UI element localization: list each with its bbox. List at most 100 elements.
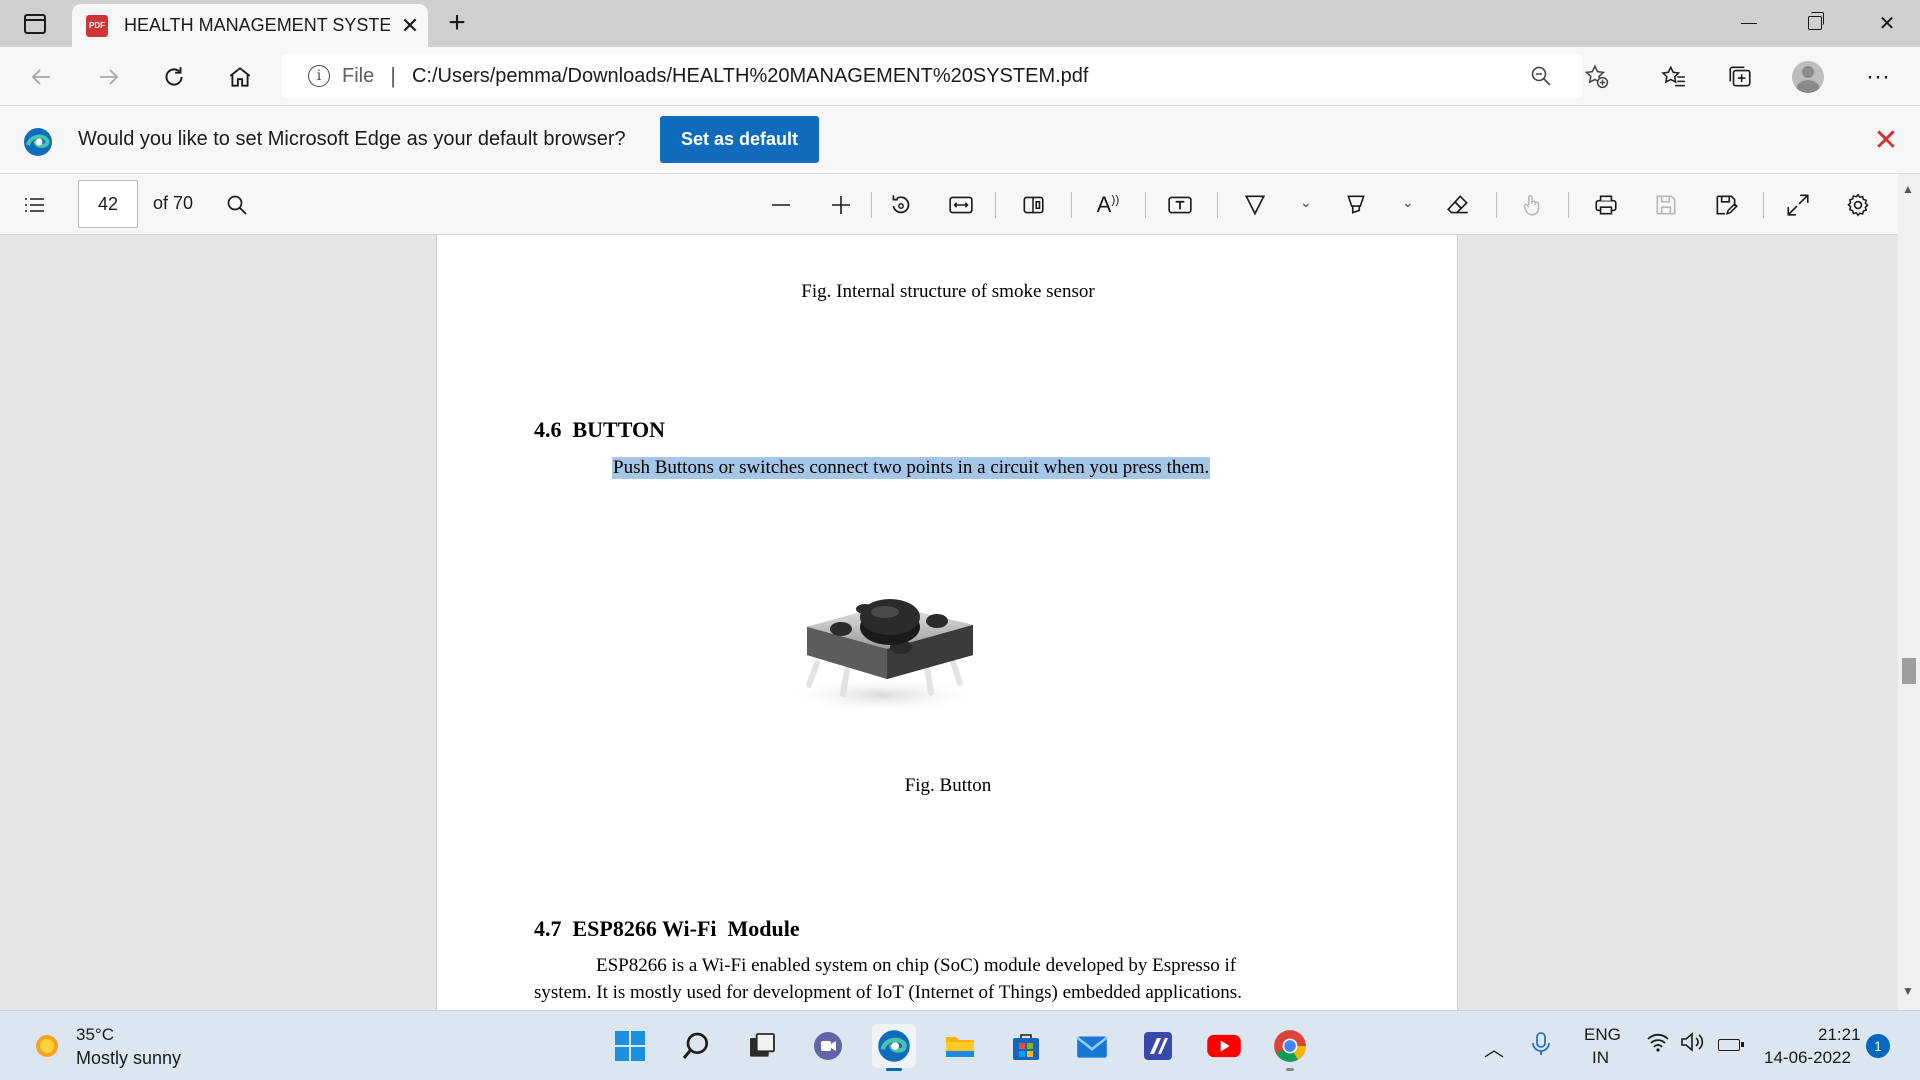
highlight-button[interactable]: [1338, 187, 1374, 223]
info-icon[interactable]: i: [308, 65, 330, 87]
toolbar-divider: [1217, 192, 1218, 218]
zoom-out-button[interactable]: [1527, 62, 1555, 90]
address-bar[interactable]: i File | C:/Users/pemma/Downloads/HEALTH…: [282, 54, 1609, 98]
input-region[interactable]: IN: [1592, 1048, 1609, 1068]
profile-button[interactable]: [1790, 59, 1826, 95]
forward-button[interactable]: [88, 57, 128, 97]
scroll-down-arrow-icon[interactable]: ▼: [1902, 984, 1914, 998]
add-text-button[interactable]: [1162, 187, 1198, 223]
page-total-label: of 70: [153, 193, 194, 213]
new-tab-button[interactable]: +: [440, 6, 474, 40]
scrollbar-thumb[interactable]: [1902, 658, 1916, 684]
window-restore-button[interactable]: [1782, 0, 1848, 46]
table-of-contents-button[interactable]: [18, 188, 52, 222]
task-view-button[interactable]: [740, 1024, 784, 1068]
zoom-in-button[interactable]: [823, 187, 859, 223]
toolbar-divider: [1071, 192, 1072, 218]
store-icon: [1013, 1034, 1039, 1060]
toolbar-divider: [1496, 192, 1497, 218]
save-as-button[interactable]: [1708, 187, 1744, 223]
weather-description[interactable]: Mostly sunny: [76, 1048, 181, 1069]
infobar-close-button[interactable]: ✕: [1870, 124, 1902, 157]
edge-logo-icon: [24, 128, 52, 156]
list-icon: [25, 198, 44, 212]
window-minimize-button[interactable]: [1716, 0, 1782, 46]
rotate-icon: [892, 195, 910, 214]
minimize-icon: [1741, 22, 1757, 24]
refresh-button[interactable]: [154, 57, 194, 97]
wifi-svg: [1647, 1033, 1669, 1052]
erase-button[interactable]: [1440, 187, 1476, 223]
print-button[interactable]: [1588, 187, 1624, 223]
chrome-button[interactable]: [1268, 1024, 1312, 1071]
touch-hand-icon: [1523, 195, 1540, 216]
window-close-button[interactable]: ✕: [1854, 0, 1920, 46]
tab-close-icon[interactable]: ✕: [398, 13, 422, 39]
weather-sunny-icon[interactable]: [30, 1029, 64, 1063]
home-button[interactable]: [220, 57, 260, 97]
push-button-image: [782, 599, 982, 713]
minus-icon: [772, 204, 790, 206]
infobar-message: Would you like to set Microsoft Edge as …: [78, 128, 626, 150]
set-as-default-button[interactable]: Set as default: [660, 116, 819, 163]
find-in-pdf-button[interactable]: [220, 188, 254, 222]
star-add-icon: [1584, 64, 1609, 89]
save-button[interactable]: [1648, 187, 1684, 223]
windows-taskbar: 35°C Mostly sunny ︿ ENG IN 21:21 14-06-2…: [0, 1010, 1920, 1080]
draw-options-chevron-down-icon[interactable]: ⌄: [1300, 194, 1312, 211]
restore-icon: [1808, 12, 1824, 30]
vertical-scrollbar[interactable]: ▲ ▼: [1898, 174, 1920, 1010]
microphone-icon[interactable]: [1530, 1031, 1552, 1063]
pdf-page[interactable]: Fig. Internal structure of smoke sensor …: [436, 235, 1458, 1010]
full-screen-button[interactable]: [1780, 187, 1816, 223]
weather-temperature[interactable]: 35°C: [76, 1025, 114, 1045]
touch-writing-button[interactable]: [1514, 187, 1550, 223]
url-text[interactable]: C:/Users/pemma/Downloads/HEALTH%20MANAGE…: [412, 65, 1089, 88]
zoom-out-button[interactable]: [763, 187, 799, 223]
search-icon: [682, 1032, 708, 1059]
collections-button[interactable]: [1722, 59, 1758, 95]
input-language[interactable]: ENG: [1584, 1025, 1621, 1045]
notification-badge[interactable]: 1: [1866, 1034, 1890, 1058]
youtube-button[interactable]: [1202, 1024, 1246, 1068]
draw-icon: [1245, 195, 1265, 216]
file-explorer-button[interactable]: [938, 1024, 982, 1068]
pdf-viewer[interactable]: Fig. Internal structure of smoke sensor …: [0, 235, 1920, 1010]
toolbar-divider: [871, 192, 872, 218]
clock-date[interactable]: 14-06-2022: [1764, 1048, 1851, 1068]
settings-and-more-button[interactable]: ···: [1860, 59, 1896, 95]
section-heading-esp8266: 4.7 ESP8266 Wi-Fi Module: [534, 916, 800, 941]
page-view-button[interactable]: [1015, 187, 1051, 223]
taskbar-search-button[interactable]: [674, 1024, 718, 1068]
figure-caption-smoke-sensor: Fig. Internal structure of smoke sensor: [801, 281, 1095, 302]
highlighted-paragraph[interactable]: Push Buttons or switches connect two poi…: [612, 457, 1211, 479]
pdf-settings-button[interactable]: [1840, 187, 1876, 223]
page-number-input[interactable]: 42: [78, 180, 138, 228]
app-button-vscode-like[interactable]: [1136, 1024, 1180, 1068]
add-favorite-button[interactable]: [1582, 62, 1610, 90]
show-hidden-icons-chevron-up-icon[interactable]: ︿: [1484, 1033, 1504, 1062]
edge-taskbar-button[interactable]: [872, 1024, 916, 1071]
scroll-up-arrow-icon[interactable]: ▲: [1902, 182, 1914, 196]
teams-chat-button[interactable]: [806, 1024, 850, 1068]
tab-title: HEALTH MANAGEMENT SYSTEM: [124, 15, 390, 35]
microsoft-store-button[interactable]: [1004, 1024, 1048, 1068]
clock-time[interactable]: 21:21: [1818, 1025, 1861, 1045]
toolbar-divider: [1568, 192, 1569, 218]
running-indicator: [1286, 1068, 1294, 1071]
favorites-button[interactable]: [1656, 59, 1692, 95]
back-button[interactable]: [22, 57, 62, 97]
battery-icon[interactable]: [1718, 1039, 1744, 1051]
browser-tab[interactable]: PDF HEALTH MANAGEMENT SYSTEM ✕: [72, 4, 428, 47]
wifi-icon[interactable]: [1646, 1031, 1670, 1059]
highlight-options-chevron-down-icon[interactable]: ⌄: [1402, 194, 1414, 211]
rotate-button[interactable]: [883, 187, 919, 223]
tab-actions-button[interactable]: [10, 6, 60, 42]
volume-icon[interactable]: [1680, 1031, 1706, 1059]
draw-button[interactable]: [1237, 187, 1273, 223]
read-aloud-button[interactable]: A)): [1090, 187, 1126, 223]
mail-button[interactable]: [1070, 1024, 1114, 1068]
start-button[interactable]: [608, 1024, 652, 1068]
fit-to-width-button[interactable]: [943, 187, 979, 223]
toolbar-divider: [995, 192, 996, 218]
